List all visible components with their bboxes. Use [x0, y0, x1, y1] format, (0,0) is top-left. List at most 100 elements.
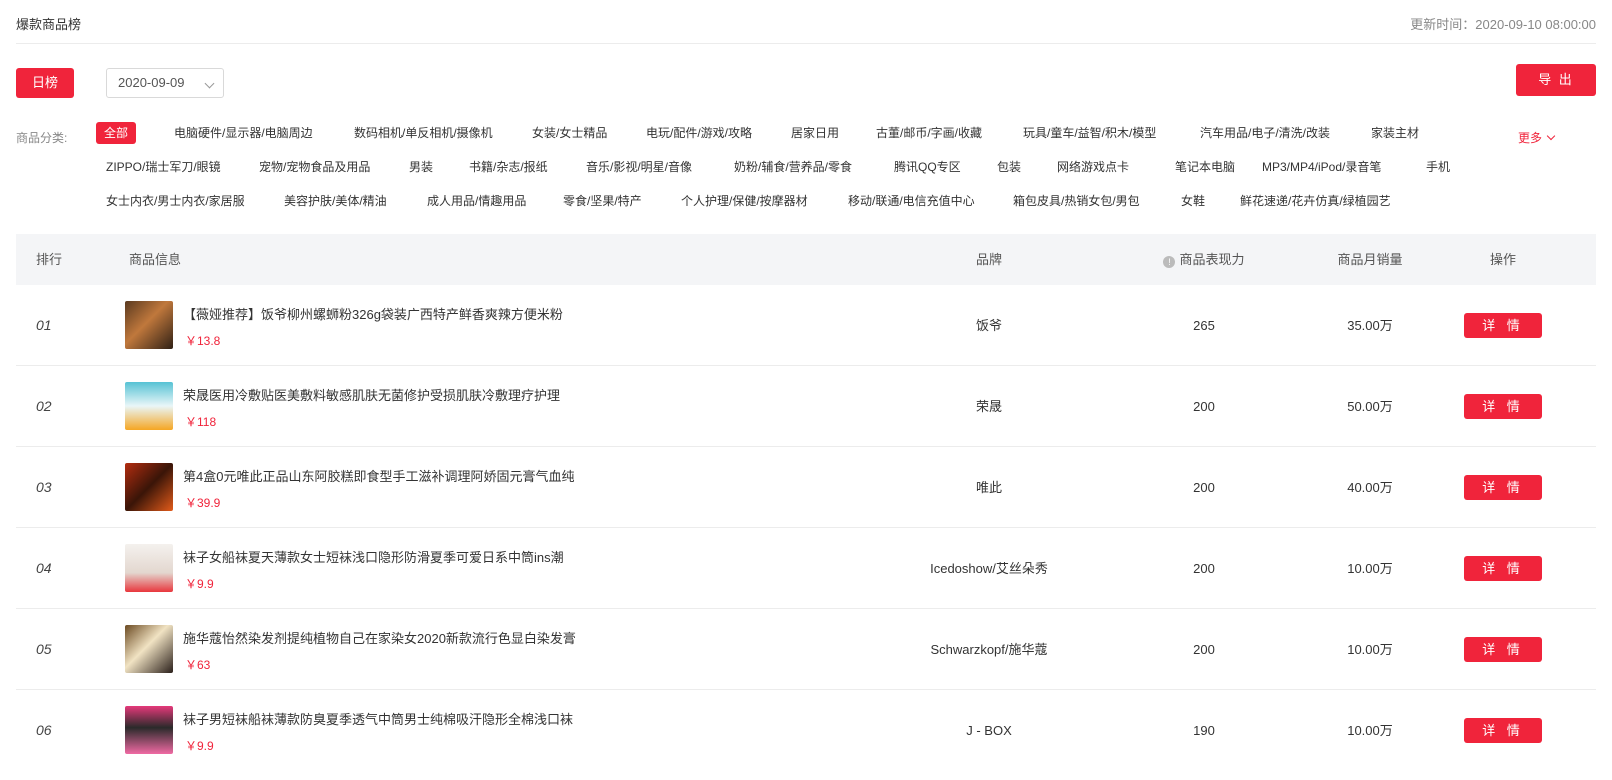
- category-item[interactable]: 居家日用: [791, 122, 839, 144]
- product-monthly-sales: 10.00万: [1347, 723, 1393, 738]
- update-time: 更新时间：2020-09-10 08:00:00: [1410, 14, 1596, 33]
- header-performance-label: 商品表现力: [1179, 252, 1245, 267]
- category-item-all[interactable]: 全部: [96, 122, 137, 144]
- product-thumbnail[interactable]: [125, 463, 173, 511]
- category-item[interactable]: 移动/联通/电信充值中心: [848, 190, 975, 212]
- category-row-1: 全部 电脑硬件/显示器/电脑周边 数码相机/单反相机/摄像机 女装/女士精品 电…: [0, 122, 1612, 144]
- category-item[interactable]: 鲜花速递/花卉仿真/绿植园艺: [1240, 190, 1391, 212]
- product-thumbnail[interactable]: [125, 544, 173, 592]
- info-icon[interactable]: !: [1163, 256, 1176, 268]
- rank-number: 06: [36, 722, 52, 738]
- category-item[interactable]: 包装: [997, 156, 1021, 178]
- category-item[interactable]: 女装/女士精品: [532, 122, 607, 144]
- category-item[interactable]: 女士内衣/男士内衣/家居服: [106, 190, 245, 212]
- category-item[interactable]: 书籍/杂志/报纸: [469, 156, 548, 178]
- product-monthly-sales: 50.00万: [1347, 399, 1393, 414]
- chevron-down-icon: [204, 78, 215, 89]
- category-item[interactable]: 宠物/宠物食品及用品: [259, 156, 370, 178]
- category-item[interactable]: 成人用品/情趣用品: [427, 190, 526, 212]
- product-thumbnail[interactable]: [125, 301, 173, 349]
- category-item[interactable]: 零食/坚果/特产: [563, 190, 642, 212]
- detail-button[interactable]: 详 情: [1464, 637, 1542, 662]
- category-item[interactable]: 音乐/影视/明星/音像: [586, 156, 692, 178]
- product-performance: 200: [1193, 642, 1215, 657]
- category-item[interactable]: 玩具/童车/益智/积木/模型: [1023, 122, 1156, 144]
- category-item[interactable]: 电玩/配件/游戏/攻略: [646, 122, 752, 144]
- category-item[interactable]: 家装主材: [1371, 122, 1419, 144]
- daily-ranking-button[interactable]: 日榜: [16, 68, 74, 98]
- product-performance: 265: [1193, 318, 1215, 333]
- product-brand: 荣晟: [975, 399, 1002, 414]
- category-item[interactable]: 数码相机/单反相机/摄像机: [354, 122, 493, 144]
- product-monthly-sales: 10.00万: [1347, 561, 1393, 576]
- product-monthly-sales: 35.00万: [1347, 318, 1393, 333]
- date-select[interactable]: 2020-09-09: [106, 68, 224, 98]
- category-row-2: ZIPPO/瑞士军刀/眼镜 宠物/宠物食品及用品 男装 书籍/杂志/报纸 音乐/…: [0, 156, 1612, 178]
- header-info: 商品信息: [129, 252, 182, 267]
- page-title: 爆款商品榜: [16, 17, 82, 32]
- table-row: 04 袜子女船袜夏天薄款女士短袜浅口隐形防滑夏季可爱日系中筒ins潮 ￥9.9 …: [16, 528, 1596, 609]
- product-brand: J - BOX: [966, 723, 1012, 738]
- detail-button[interactable]: 详 情: [1464, 475, 1542, 500]
- category-item[interactable]: 箱包皮具/热销女包/男包: [1013, 190, 1140, 212]
- rank-number: 02: [36, 398, 52, 414]
- product-brand: 唯此: [975, 480, 1002, 495]
- category-item[interactable]: MP3/MP4/iPod/录音笔: [1262, 156, 1381, 178]
- category-item[interactable]: 美容护肤/美体/精油: [284, 190, 387, 212]
- category-item[interactable]: ZIPPO/瑞士军刀/眼镜: [106, 156, 221, 178]
- date-select-value: 2020-09-09: [118, 75, 185, 90]
- table-row: 03 第4盒0元唯此正品山东阿胶糕即食型手工滋补调理阿娇固元膏气血纯 ￥39.9…: [16, 447, 1596, 528]
- category-item[interactable]: 汽车用品/电子/清洗/改装: [1200, 122, 1330, 144]
- category-row-3: 女士内衣/男士内衣/家居服 美容护肤/美体/精油 成人用品/情趣用品 零食/坚果…: [0, 190, 1612, 212]
- product-performance: 200: [1193, 399, 1215, 414]
- category-item[interactable]: 笔记本电脑: [1175, 156, 1235, 178]
- header-rank: 排行: [36, 252, 63, 267]
- export-button[interactable]: 导 出: [1516, 64, 1596, 96]
- product-thumbnail[interactable]: [125, 625, 173, 673]
- product-monthly-sales: 40.00万: [1347, 480, 1393, 495]
- category-item[interactable]: 古董/邮币/字画/收藏: [876, 122, 982, 144]
- product-ranking-table: 排行 商品信息 品牌 ! 商品表现力 商品月销量 操作 01 【薇娅推荐】饭爷柳州…: [16, 234, 1596, 771]
- product-brand: 饭爷: [975, 318, 1002, 333]
- table-row: 02 荣晟医用冷敷贴医美敷料敏感肌肤无菌修护受损肌肤冷敷理疗护理 ￥118 荣晟…: [16, 366, 1596, 447]
- update-time-value: 2020-09-10 08:00:00: [1475, 17, 1596, 32]
- category-item[interactable]: 网络游戏点卡: [1057, 156, 1129, 178]
- table-row: 01 【薇娅推荐】饭爷柳州螺蛳粉326g袋装广西特产鲜香爽辣方便米粉 ￥13.8…: [16, 285, 1596, 366]
- detail-button[interactable]: 详 情: [1464, 718, 1542, 743]
- product-thumbnail[interactable]: [125, 706, 173, 754]
- header-action: 操作: [1489, 252, 1516, 267]
- detail-button[interactable]: 详 情: [1464, 556, 1542, 581]
- product-title[interactable]: 第4盒0元唯此正品山东阿胶糕即食型手工滋补调理阿娇固元膏气血纯: [183, 466, 574, 485]
- category-item[interactable]: 女鞋: [1181, 190, 1205, 212]
- product-price: ￥63: [185, 658, 211, 672]
- header-brand: 品牌: [975, 252, 1002, 267]
- rank-number: 04: [36, 560, 52, 576]
- product-price: ￥39.9: [185, 496, 221, 510]
- table-row: 05 施华蔻怡然染发剂提纯植物自己在家染女2020新款流行色显白染发膏 ￥63 …: [16, 609, 1596, 690]
- product-price: ￥9.9: [185, 577, 214, 591]
- category-item[interactable]: 腾讯QQ专区: [894, 156, 961, 178]
- product-thumbnail[interactable]: [125, 382, 173, 430]
- top-bar: 爆款商品榜 更新时间：2020-09-10 08:00:00: [16, 0, 1596, 44]
- product-title[interactable]: 荣晟医用冷敷贴医美敷料敏感肌肤无菌修护受损肌肤冷敷理疗护理: [183, 385, 560, 404]
- product-brand: Icedoshow/艾丝朵秀: [930, 561, 1048, 576]
- category-item[interactable]: 个人护理/保健/按摩器材: [681, 190, 808, 212]
- product-title[interactable]: 袜子女船袜夏天薄款女士短袜浅口隐形防滑夏季可爱日系中筒ins潮: [183, 547, 564, 566]
- product-price: ￥13.8: [185, 334, 221, 348]
- product-title[interactable]: 袜子男短袜船袜薄款防臭夏季透气中筒男士纯棉吸汗隐形全棉浅口袜: [183, 709, 573, 728]
- table-header: 排行 商品信息 品牌 ! 商品表现力 商品月销量 操作: [16, 234, 1596, 285]
- header-monthly-sales: 商品月销量: [1337, 252, 1403, 267]
- product-price: ￥118: [185, 415, 217, 429]
- category-item[interactable]: 电脑硬件/显示器/电脑周边: [174, 122, 313, 144]
- product-performance: 200: [1193, 480, 1215, 495]
- category-item[interactable]: 男装: [409, 156, 433, 178]
- category-item[interactable]: 奶粉/辅食/营养品/零食: [734, 156, 852, 178]
- category-item[interactable]: 手机: [1426, 156, 1450, 178]
- product-title[interactable]: 【薇娅推荐】饭爷柳州螺蛳粉326g袋装广西特产鲜香爽辣方便米粉: [183, 304, 563, 323]
- rank-number: 03: [36, 479, 52, 495]
- detail-button[interactable]: 详 情: [1464, 394, 1542, 419]
- detail-button[interactable]: 详 情: [1464, 313, 1542, 338]
- table-row: 06 袜子男短袜船袜薄款防臭夏季透气中筒男士纯棉吸汗隐形全棉浅口袜 ￥9.9 J…: [16, 690, 1596, 771]
- rank-number: 01: [36, 317, 52, 333]
- product-title[interactable]: 施华蔻怡然染发剂提纯植物自己在家染女2020新款流行色显白染发膏: [183, 628, 576, 647]
